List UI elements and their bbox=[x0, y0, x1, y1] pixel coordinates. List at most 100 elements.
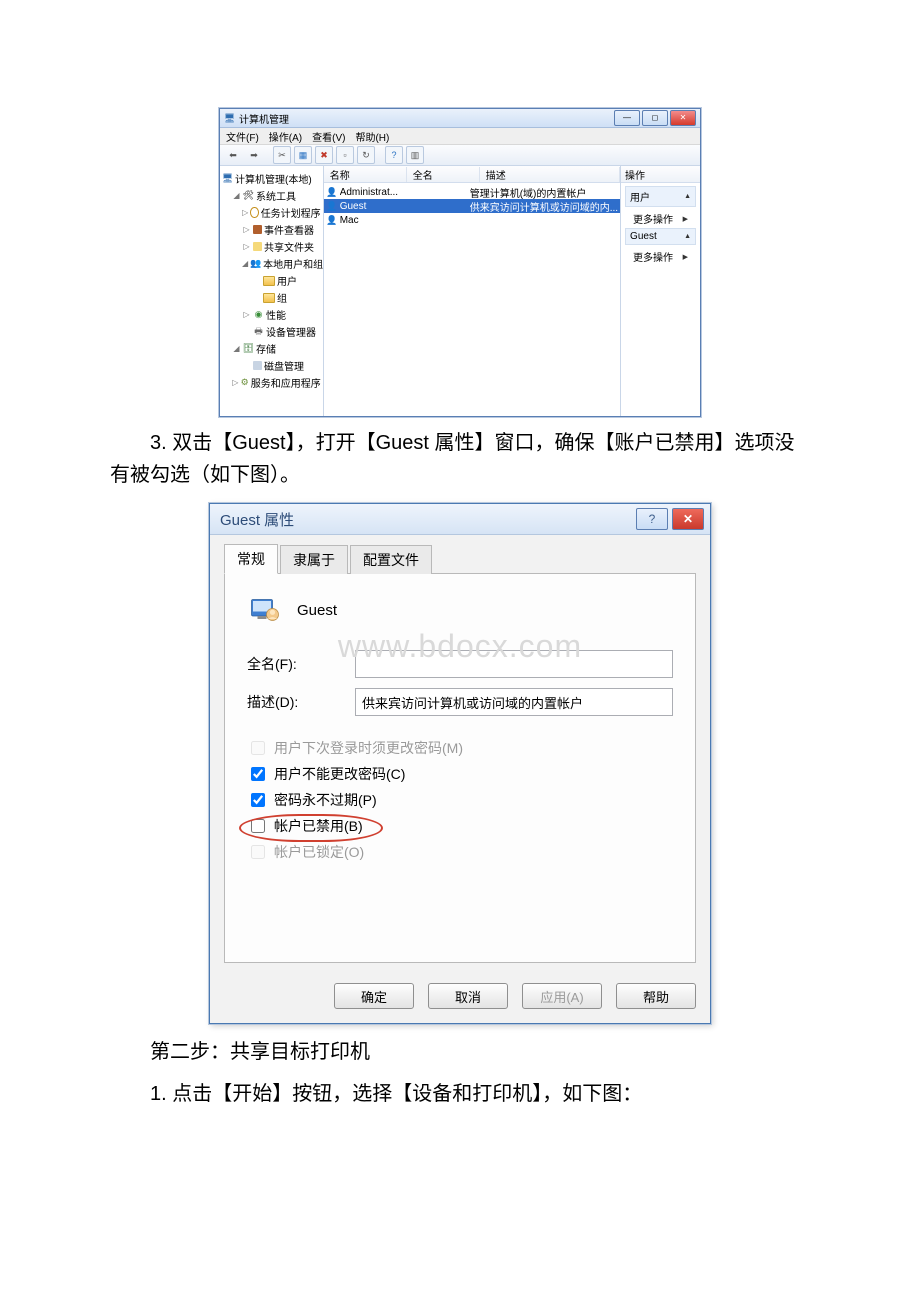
tree-performance[interactable]: 性能 bbox=[266, 307, 286, 322]
chevron-right-icon: ▶ bbox=[683, 215, 688, 223]
user-desc: 管理计算机(域)的内置帐户 bbox=[470, 185, 618, 200]
menu-action[interactable]: 操作(A) bbox=[269, 129, 302, 144]
tree-users[interactable]: 用户 bbox=[277, 273, 297, 288]
toolbar: ⬅ ➡ ✂ ▦ ✖ ▫ ↻ ? ▥ bbox=[220, 145, 700, 166]
copy-icon[interactable]: ▫ bbox=[336, 146, 354, 164]
checkbox-neverexpire[interactable] bbox=[251, 793, 265, 807]
expand-icon[interactable]: ▷ bbox=[242, 208, 248, 217]
col-fullname[interactable]: 全名 bbox=[407, 167, 480, 182]
tree-storage[interactable]: 存储 bbox=[256, 341, 276, 356]
tree-system-tools[interactable]: 系统工具 bbox=[256, 188, 296, 203]
actions-item[interactable]: 更多操作 ▶ bbox=[625, 247, 696, 266]
close-button[interactable]: ✕ bbox=[672, 508, 704, 530]
checkbox-label: 帐户已禁用(B) bbox=[274, 816, 363, 836]
window-title: 计算机管理 bbox=[239, 111, 289, 126]
computer-management-window: 🖥 计算机管理 — ◻ ✕ 文件(F) 操作(A) 查看(V) 帮助(H) ⬅ … bbox=[219, 108, 701, 417]
expand-icon[interactable]: ▷ bbox=[242, 310, 251, 319]
maximize-button[interactable]: ◻ bbox=[642, 110, 668, 126]
user-desc: 供来宾访问计算机或访问域的内... bbox=[470, 199, 618, 214]
description-field[interactable] bbox=[355, 688, 673, 716]
help-icon[interactable]: ? bbox=[385, 146, 403, 164]
list-item[interactable]: 👤 Administrat... 管理计算机(域)的内置帐户 bbox=[324, 185, 620, 199]
tree-shared-folders[interactable]: 共享文件夹 bbox=[264, 239, 314, 254]
menu-view[interactable]: 查看(V) bbox=[312, 129, 345, 144]
tab-memberof[interactable]: 隶属于 bbox=[280, 545, 348, 574]
users-group-icon: 👥 bbox=[250, 258, 261, 269]
description-label: 描述(D): bbox=[247, 692, 343, 712]
dialog-titlebar: Guest 属性 ? ✕ bbox=[210, 504, 710, 535]
expand-icon[interactable]: ▷ bbox=[232, 378, 239, 387]
dialog-buttons: 确定 取消 应用(A) 帮助 bbox=[210, 973, 710, 1023]
tree-services-apps[interactable]: 服务和应用程序 bbox=[251, 375, 321, 390]
checkbox-row-neverexpire[interactable]: 密码永不过期(P) bbox=[247, 790, 673, 810]
actions-section[interactable]: 用户 ▲ bbox=[625, 186, 696, 207]
window-titlebar: 🖥 计算机管理 — ◻ ✕ bbox=[220, 109, 700, 128]
checkbox-row-disabled[interactable]: 帐户已禁用(B) bbox=[247, 816, 673, 836]
properties-icon[interactable]: ▦ bbox=[294, 146, 312, 164]
close-button[interactable]: ✕ bbox=[670, 110, 696, 126]
tree-event-viewer[interactable]: 事件查看器 bbox=[264, 222, 314, 237]
tree-root[interactable]: 计算机管理(本地) bbox=[235, 171, 312, 186]
user-name: Mac bbox=[340, 215, 410, 226]
fullname-field[interactable] bbox=[355, 650, 673, 678]
help-button[interactable]: ? bbox=[636, 508, 668, 530]
menu-file[interactable]: 文件(F) bbox=[226, 129, 259, 144]
tree-local-users-groups[interactable]: 本地用户和组 bbox=[263, 256, 323, 271]
tab-general[interactable]: 常规 bbox=[224, 544, 278, 574]
nav-back-icon[interactable]: ⬅ bbox=[224, 146, 242, 164]
storage-icon: 🗄 bbox=[243, 343, 254, 354]
checkbox-label: 用户下次登录时须更改密码(M) bbox=[274, 738, 463, 758]
checkbox-mustchange bbox=[251, 741, 265, 755]
minimize-button[interactable]: — bbox=[614, 110, 640, 126]
refresh-icon[interactable]: ↻ bbox=[357, 146, 375, 164]
col-name[interactable]: 名称 bbox=[324, 167, 407, 182]
menu-help[interactable]: 帮助(H) bbox=[355, 129, 389, 144]
checkbox-label: 密码永不过期(P) bbox=[274, 790, 377, 810]
guest-properties-dialog: Guest 属性 ? ✕ 常规 隶属于 配置文件 www.bdocx.com bbox=[209, 503, 711, 1024]
user-name: Administrat... bbox=[340, 187, 410, 198]
apply-button[interactable]: 应用(A) bbox=[522, 983, 602, 1009]
ok-button[interactable]: 确定 bbox=[334, 983, 414, 1009]
user-name: Guest bbox=[340, 201, 410, 212]
tabstrip: 常规 隶属于 配置文件 bbox=[224, 543, 696, 574]
export-icon[interactable]: ▥ bbox=[406, 146, 424, 164]
collapse-icon[interactable]: ◢ bbox=[232, 344, 241, 353]
checkbox-account-disabled[interactable] bbox=[251, 819, 265, 833]
help-button[interactable]: 帮助 bbox=[616, 983, 696, 1009]
actions-section[interactable]: Guest ▲ bbox=[625, 228, 696, 245]
tab-panel-general: www.bdocx.com Guest bbox=[224, 574, 696, 963]
col-description[interactable]: 描述 bbox=[480, 167, 620, 182]
disk-icon bbox=[253, 361, 262, 370]
body-text: 3. 双击【Guest】，打开【Guest 属性】窗口，确保【账户已禁用】选项没… bbox=[110, 427, 810, 491]
checkbox-row-mustchange: 用户下次登录时须更改密码(M) bbox=[247, 738, 673, 758]
checkbox-label: 用户不能更改密码(C) bbox=[274, 764, 405, 784]
list-item[interactable]: 👤 Mac bbox=[324, 213, 620, 227]
body-text: 第二步：共享目标打印机 bbox=[110, 1036, 810, 1068]
tree-groups[interactable]: 组 bbox=[277, 290, 287, 305]
actions-item[interactable]: 更多操作 ▶ bbox=[625, 209, 696, 228]
collapse-icon[interactable]: ◢ bbox=[232, 191, 241, 200]
cut-icon[interactable]: ✂ bbox=[273, 146, 291, 164]
checkbox-row-cannotchange[interactable]: 用户不能更改密码(C) bbox=[247, 764, 673, 784]
app-icon: 🖥 bbox=[224, 113, 235, 124]
expand-icon[interactable]: ▷ bbox=[242, 225, 251, 234]
cancel-button[interactable]: 取消 bbox=[428, 983, 508, 1009]
checkbox-cannotchange[interactable] bbox=[251, 767, 265, 781]
tab-profile[interactable]: 配置文件 bbox=[350, 545, 432, 574]
account-name: Guest bbox=[297, 602, 337, 619]
nav-tree[interactable]: 🖥计算机管理(本地) ◢🛠系统工具 ▷任务计划程序 ▷事件查看器 ▷共享文件夹 … bbox=[220, 166, 324, 416]
tree-device-manager[interactable]: 设备管理器 bbox=[266, 324, 316, 339]
device-manager-icon: 🖶 bbox=[253, 326, 264, 337]
delete-icon[interactable]: ✖ bbox=[315, 146, 333, 164]
expand-icon[interactable]: ▷ bbox=[242, 242, 251, 251]
tree-disk-management[interactable]: 磁盘管理 bbox=[264, 358, 304, 373]
list-item-selected[interactable]: 👤 Guest 供来宾访问计算机或访问域的内... bbox=[324, 199, 620, 213]
user-avatar-icon bbox=[247, 592, 283, 628]
user-icon: 👤 bbox=[326, 201, 338, 212]
actions-item-label: 更多操作 bbox=[633, 211, 673, 226]
nav-forward-icon[interactable]: ➡ bbox=[245, 146, 263, 164]
tree-task-scheduler[interactable]: 任务计划程序 bbox=[261, 205, 321, 220]
collapse-icon: ▲ bbox=[684, 233, 691, 240]
computer-icon: 🖥 bbox=[222, 173, 233, 184]
collapse-icon[interactable]: ◢ bbox=[242, 259, 248, 268]
